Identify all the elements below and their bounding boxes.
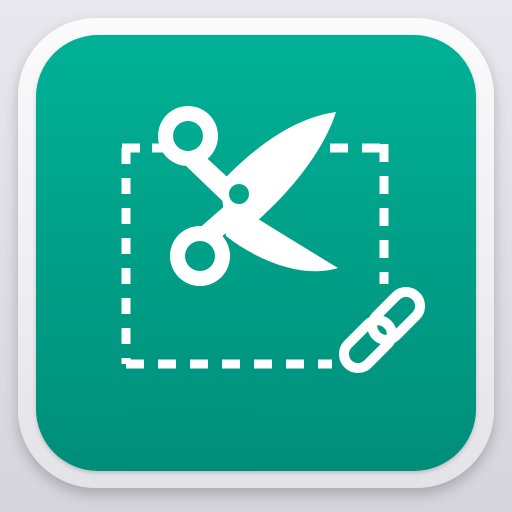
app-icon[interactable] xyxy=(0,0,512,512)
